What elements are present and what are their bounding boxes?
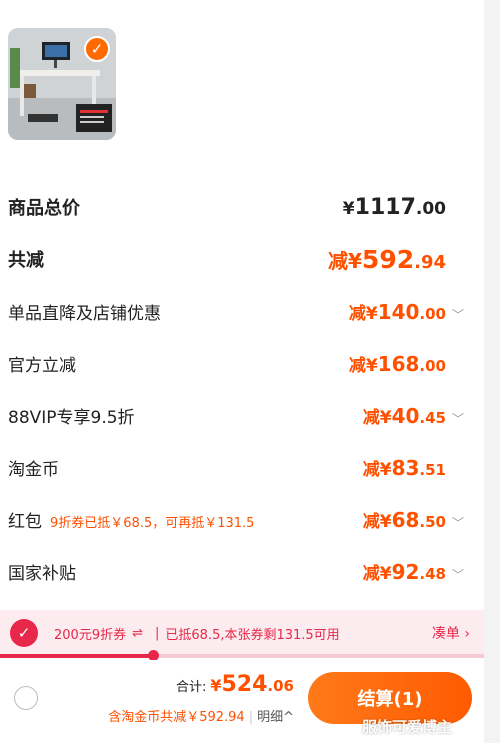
coupon-bar[interactable]: ✓ 200元9折券 ⇌ | 已抵68.5,本张券剩131.5可用 凑单 › (0, 610, 484, 656)
coupon-check-icon[interactable]: ✓ (10, 619, 38, 647)
coupon-name: 200元9折券 (54, 627, 127, 643)
discount-value: 减¥ 83 .51 (362, 455, 446, 480)
right-edge-strip (484, 0, 500, 743)
discount-label: 淘金币 (8, 459, 59, 480)
divider: | (155, 625, 160, 641)
total-discount-label: 共减 (8, 250, 44, 271)
add-items-link[interactable]: 凑单 › (432, 623, 470, 643)
select-all-checkbox[interactable] (14, 686, 38, 710)
sum-line: 合计: ¥ 524 .06 (176, 672, 294, 697)
discount-row-subsidy[interactable]: 国家补贴 减¥ 92 .48 ﹀ (8, 554, 464, 588)
discount-label: 单品直降及店铺优惠 (8, 303, 161, 324)
hongbao-note: 9折券已抵￥68.5，可再抵￥131.5 (50, 515, 255, 531)
product-thumbnail[interactable]: ✓ (8, 28, 116, 140)
sum-detail: 含淘金币共减￥592.94 | 明细^ (108, 710, 294, 725)
total-price-value: ¥ 1117 .00 (342, 194, 446, 220)
sum-label: 合计: (175, 680, 207, 695)
discount-label: 官方立减 (8, 355, 76, 376)
watermark-text: 服饰可爱博主 (361, 718, 452, 736)
discount-label: 国家补贴 (8, 563, 76, 584)
discount-value: 减¥ 140 .00 ﹀ (348, 299, 464, 324)
chevron-down-icon[interactable]: ﹀ (452, 514, 464, 531)
chevron-down-icon[interactable]: ﹀ (452, 566, 464, 583)
selected-check-icon[interactable]: ✓ (84, 36, 110, 62)
discount-row-shop[interactable]: 单品直降及店铺优惠 减¥ 140 .00 ﹀ (8, 294, 464, 328)
discount-value: 减¥ 168 .00 (348, 351, 446, 376)
total-discount-row: 共减 减¥ 592 .94 (8, 242, 464, 276)
discount-row-88vip[interactable]: 88VIP专享9.5折 减¥ 40 .45 ﹀ (8, 398, 464, 432)
swap-icon[interactable]: ⇌ (132, 626, 143, 641)
discount-value: 减¥ 68 .50 ﹀ (362, 507, 464, 532)
discount-row-coins: 淘金币 减¥ 83 .51 (8, 450, 464, 484)
sum-value: ¥ 524 .06 (210, 672, 294, 697)
discount-row-official: 官方立减 减¥ 168 .00 (8, 346, 464, 380)
discount-label: 88VIP专享9.5折 (8, 407, 135, 428)
discount-value: 减¥ 40 .45 ﹀ (362, 403, 464, 428)
coupon-status: 已抵68.5,本张券剩131.5可用 (165, 627, 340, 643)
chevron-down-icon[interactable]: ﹀ (452, 410, 464, 427)
total-price-row: 商品总价 ¥ 1117 .00 (8, 190, 464, 224)
chevron-down-icon[interactable]: ﹀ (452, 306, 464, 323)
discount-value: 减¥ 92 .48 ﹀ (362, 559, 464, 584)
coupon-progress-fill (0, 654, 153, 658)
discount-label: 红包 9折券已抵￥68.5，可再抵￥131.5 (8, 511, 255, 532)
total-discount-value: 减¥ 592 .94 (328, 244, 446, 274)
checkout-footer: 合计: ¥ 524 .06 含淘金币共减￥592.94 | 明细^ 结算(1) 服饰… (0, 660, 484, 743)
details-link[interactable]: 明细^ (257, 710, 294, 725)
coupon-progress-bar (0, 654, 484, 658)
total-price-label: 商品总价 (8, 198, 80, 219)
discount-row-hongbao[interactable]: 红包 9折券已抵￥68.5，可再抵￥131.5 减¥ 68 .50 ﹀ (8, 502, 464, 536)
checkout-button[interactable]: 结算(1) 服饰可爱博主 (308, 672, 472, 736)
